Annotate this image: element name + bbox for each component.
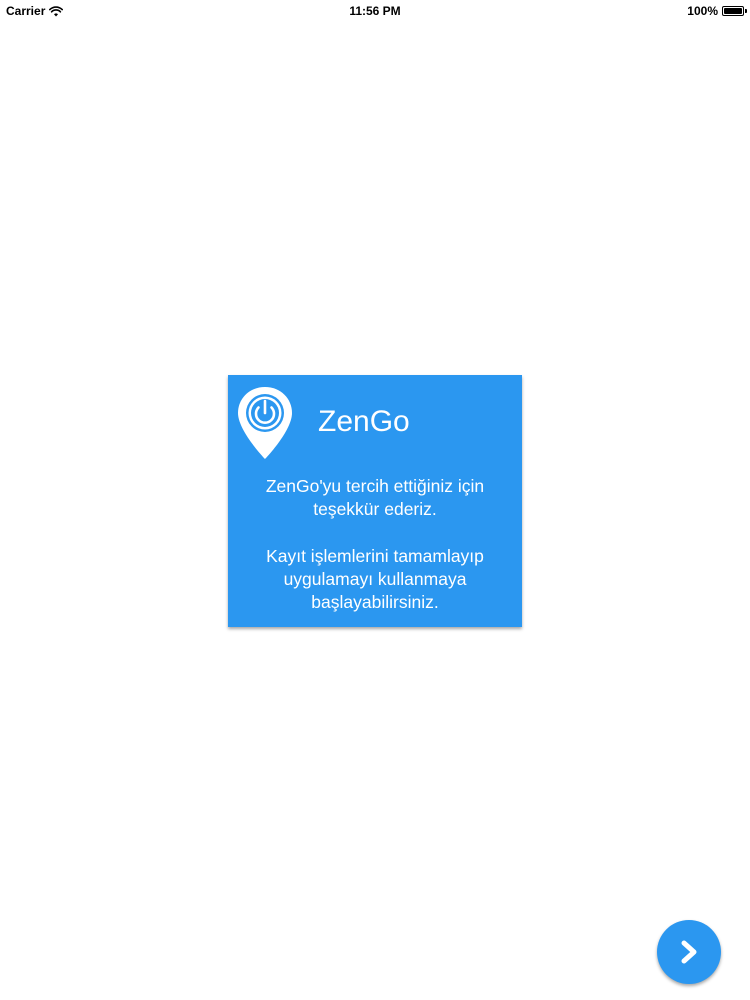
instructions-line-3: başlayabilirsiniz. [311, 592, 439, 612]
chevron-right-icon [681, 940, 697, 964]
status-time: 11:56 PM [349, 4, 401, 18]
location-pin-power-icon [238, 387, 292, 459]
battery-fill [724, 8, 742, 14]
instructions-message: Kayıt işlemlerini tamamlayıp uygulamayı … [228, 545, 522, 614]
battery-percent: 100% [687, 4, 718, 18]
instructions-line-2: uygulamayı kullanmaya [283, 569, 467, 589]
status-bar: Carrier 11:56 PM 100% [0, 0, 750, 22]
welcome-screen: Carrier 11:56 PM 100% ZenGo ZenGo'yu ter… [0, 0, 750, 1000]
status-right: 100% [687, 4, 747, 18]
battery-icon [722, 6, 747, 16]
welcome-card: ZenGo ZenGo'yu tercih ettiğiniz için teş… [228, 375, 522, 627]
next-button[interactable] [657, 920, 721, 984]
thank-you-message: ZenGo'yu tercih ettiğiniz için teşekkür … [228, 475, 522, 521]
thank-you-line-2: teşekkür ederiz. [313, 499, 437, 519]
instructions-line-1: Kayıt işlemlerini tamamlayıp [266, 546, 484, 566]
card-title: ZenGo [318, 405, 410, 438]
thank-you-line-1: ZenGo'yu tercih ettiğiniz için [265, 476, 485, 496]
